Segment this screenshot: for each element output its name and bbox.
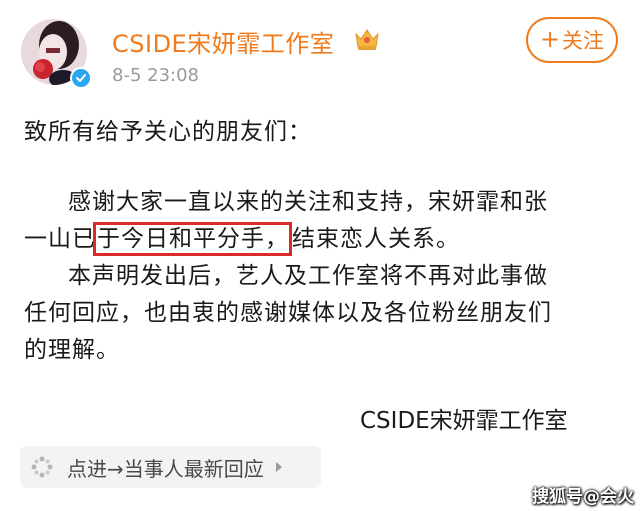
latest-response-label: 点进→当事人最新回应 (67, 456, 264, 481)
post-p2-line3: 的理解。 (24, 337, 120, 363)
post-p1-line2-end: 结束恋人关系。 (292, 226, 460, 252)
crown-badge-icon[interactable] (353, 26, 381, 52)
verified-icon (70, 67, 92, 89)
latest-response-link[interactable]: 点进→当事人最新回应 (20, 446, 321, 488)
post-timestamp: 8-5 23:08 (112, 65, 199, 86)
post-greeting: 致所有给予关心的朋友们： (24, 119, 312, 145)
plus-icon: + (539, 25, 561, 53)
avatar[interactable] (21, 19, 92, 89)
follow-label: 关注 (562, 29, 605, 53)
post-p1-line2: 一山已于今日和平分手， 结束恋人关系。 (24, 219, 460, 256)
post-p1-line2-start: 一山已 (24, 226, 96, 252)
sparkle-icon (31, 456, 53, 478)
chevron-right-icon (275, 462, 282, 472)
post-p2-line2: 任何回应，也由衷的感谢媒体以及各位粉丝朋友们 (24, 300, 552, 326)
highlight-box: 于今日和平分手， (93, 222, 292, 256)
post-p1-line1: 感谢大家一直以来的关注和支持，宋妍霏和张 (68, 189, 548, 215)
watermark: 搜狐号@会火 (532, 487, 634, 507)
username[interactable]: CSIDE宋妍霏工作室 (112, 24, 334, 59)
follow-button[interactable]: + 关注 (526, 17, 618, 63)
post-p2-line1: 本声明发出后，艺人及工作室将不再对此事做 (68, 263, 548, 289)
post-signature: CSIDE宋妍霏工作室 (360, 408, 568, 434)
